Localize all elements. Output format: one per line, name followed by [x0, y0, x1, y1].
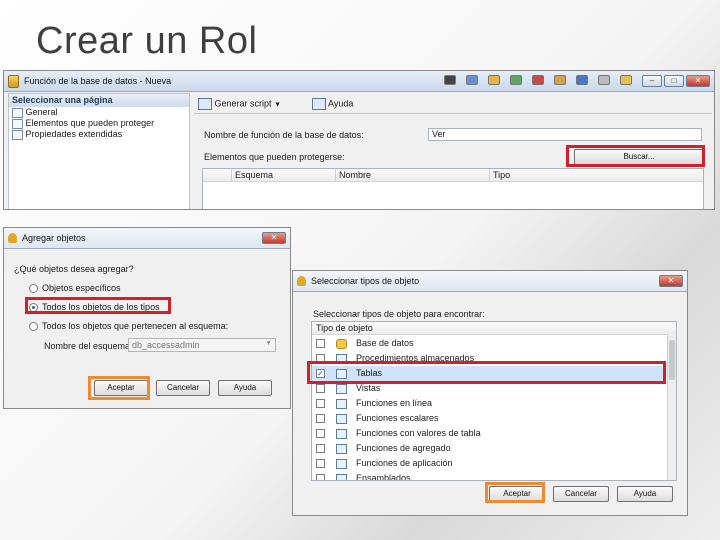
search-button-highlight — [566, 145, 705, 167]
close-button[interactable]: ✕ — [659, 275, 683, 287]
database-icon — [336, 339, 347, 349]
object-type-label: Funciones de agregado — [356, 443, 451, 453]
all-objects-option-highlight — [25, 297, 171, 314]
sidebar-item-extended-properties[interactable]: Propiedades extendidas — [9, 129, 189, 140]
minimize-button[interactable]: – — [642, 75, 662, 87]
function-icon — [336, 399, 347, 409]
close-button[interactable]: ✕ — [262, 232, 286, 244]
cancel-button[interactable]: Cancelar — [156, 380, 210, 396]
chevron-down-icon: ▼ — [265, 340, 272, 347]
key-icon — [8, 233, 17, 243]
select-object-types-dialog: Seleccionar tipos de objeto ✕ Selecciona… — [292, 270, 688, 516]
help-label: Ayuda — [328, 98, 354, 109]
object-type-label: Funciones en línea — [356, 398, 433, 408]
add-objects-title: Agregar objetos — [22, 233, 86, 243]
select-types-prompt: Seleccionar tipos de objeto para encontr… — [313, 309, 485, 319]
script-icon — [198, 98, 212, 110]
object-types-list[interactable]: Tipo de objeto Base de datos Procedimient… — [311, 321, 677, 481]
role-properties-window: Función de la base de datos - Nueva – □ … — [3, 70, 715, 210]
object-type-checkbox[interactable] — [316, 459, 325, 468]
assembly-icon — [336, 474, 347, 480]
option-label: Objetos específicos — [42, 283, 121, 293]
list-scrollbar[interactable] — [667, 334, 676, 480]
object-type-checkbox[interactable] — [316, 474, 325, 480]
role-name-value: Ver — [432, 129, 446, 139]
cancel-button[interactable]: Cancelar — [553, 486, 609, 502]
function-icon — [336, 459, 347, 469]
role-name-input[interactable]: Ver — [428, 128, 702, 141]
generate-script-button[interactable]: Generar script ▼ — [198, 98, 281, 110]
object-type-checkbox[interactable] — [316, 399, 325, 408]
schema-name-value: db_accessadmin — [132, 340, 200, 350]
object-type-checkbox[interactable] — [316, 444, 325, 453]
main-window-title: Función de la base de datos - Nueva — [24, 76, 172, 86]
object-type-item[interactable]: Funciones escalares — [312, 411, 666, 426]
radio-all-objects-in-schema[interactable] — [29, 322, 38, 331]
object-type-label: Funciones con valores de tabla — [356, 428, 481, 438]
column-header-name[interactable]: Nombre — [336, 169, 490, 181]
select-types-ok-highlight — [485, 482, 545, 503]
object-type-item[interactable]: Funciones con valores de tabla — [312, 426, 666, 441]
select-types-title: Seleccionar tipos de objeto — [311, 276, 420, 286]
add-objects-titlebar: Agregar objetos ✕ — [4, 228, 290, 249]
add-objects-question: ¿Qué objetos desea agregar? — [14, 264, 134, 274]
add-objects-ok-highlight — [88, 376, 150, 400]
page-icon — [12, 129, 23, 140]
database-icon — [8, 74, 19, 88]
chevron-down-icon: ▼ — [274, 101, 281, 109]
column-header-type[interactable]: Tipo — [490, 169, 643, 181]
function-icon — [336, 444, 347, 454]
object-type-item[interactable]: Funciones en línea — [312, 396, 666, 411]
tables-item-highlight — [307, 361, 666, 384]
sidebar-header: Seleccionar una página — [9, 94, 189, 107]
column-header-schema[interactable]: Esquema — [232, 169, 336, 181]
object-type-label: Base de datos — [356, 338, 414, 348]
object-type-checkbox[interactable] — [316, 384, 325, 393]
list-column-header: Tipo de objeto — [312, 322, 676, 335]
object-type-item[interactable]: Ensamblados — [312, 471, 666, 481]
object-type-label: Funciones escalares — [356, 413, 439, 423]
object-type-label: Vistas — [356, 383, 381, 393]
maximize-button[interactable]: □ — [664, 75, 684, 87]
object-type-checkbox[interactable] — [316, 414, 325, 423]
object-type-item[interactable]: Funciones de agregado — [312, 441, 666, 456]
object-type-checkbox[interactable] — [316, 339, 325, 348]
help-button[interactable]: Ayuda — [218, 380, 272, 396]
key-icon — [297, 276, 306, 286]
schema-name-label: Nombre del esquema: — [44, 341, 133, 351]
object-type-label: Ensamblados — [356, 473, 411, 481]
object-type-label: Funciones de aplicación — [356, 458, 453, 468]
securables-grid: Esquema Nombre Tipo — [202, 168, 704, 209]
option-label: Todos los objetos que pertenecen al esqu… — [42, 321, 229, 331]
close-button[interactable]: ✕ — [686, 75, 710, 87]
toolbar-divider — [194, 113, 712, 114]
help-button[interactable]: Ayuda — [617, 486, 673, 502]
help-button[interactable]: Ayuda — [312, 98, 353, 110]
sidebar-item-general[interactable]: General — [9, 107, 189, 118]
page-icon — [12, 118, 23, 129]
function-icon — [336, 429, 347, 439]
sidebar-item-label: General — [25, 107, 58, 117]
schema-name-select[interactable]: db_accessadmin ▼ — [128, 338, 276, 352]
slide-title: Crear un Rol — [36, 20, 258, 62]
page-icon — [12, 107, 23, 118]
object-type-item[interactable]: Funciones de aplicación — [312, 456, 666, 471]
object-type-checkbox[interactable] — [316, 429, 325, 438]
sidebar-item-label: Propiedades extendidas — [25, 129, 123, 139]
function-icon — [336, 414, 347, 424]
sidebar-item-securables[interactable]: Elementos que pueden proteger — [9, 118, 189, 129]
securables-label: Elementos que pueden protegerse: — [204, 152, 345, 162]
generate-script-label: Generar script — [214, 98, 272, 109]
help-icon — [312, 98, 326, 110]
radio-specific-objects[interactable] — [29, 284, 38, 293]
object-type-item[interactable]: Base de datos — [312, 336, 666, 351]
page-sidebar: Seleccionar una página General Elementos… — [8, 93, 190, 209]
select-types-titlebar: Seleccionar tipos de objeto ✕ — [293, 271, 687, 292]
view-icon — [336, 384, 347, 394]
role-name-label: Nombre de función de la base de datos: — [204, 130, 364, 140]
color-swatches — [444, 75, 632, 85]
sidebar-item-label: Elementos que pueden proteger — [25, 118, 155, 128]
grid-header: Esquema Nombre Tipo — [203, 169, 703, 182]
